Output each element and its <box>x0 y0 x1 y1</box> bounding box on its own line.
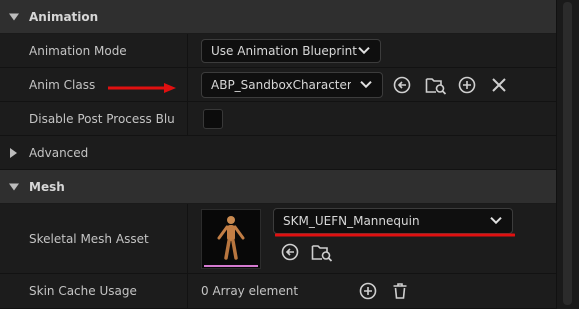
add-icon <box>458 76 476 94</box>
clear-icon <box>492 78 506 92</box>
dropdown-value: ABP_SandboxCharacter_ <box>211 78 351 92</box>
section-title: Mesh <box>29 179 65 194</box>
section-header-mesh[interactable]: Mesh <box>0 170 556 204</box>
delete-icon <box>393 283 407 299</box>
disable-post-process-checkbox[interactable] <box>203 109 223 129</box>
expand-caret-icon[interactable] <box>9 13 19 20</box>
expand-caret-icon[interactable] <box>9 183 19 190</box>
browse-to-asset-icon <box>425 78 447 95</box>
property-label: Animation Mode <box>29 43 127 58</box>
dropdown-value: SKM_UEFN_Mannequin <box>283 214 420 228</box>
property-label: Anim Class <box>29 77 96 92</box>
browse-to-asset-button[interactable] <box>310 241 334 263</box>
expand-caret-icon[interactable] <box>10 147 17 158</box>
mannequin-thumbnail-icon <box>217 216 245 260</box>
asset-thumbnail[interactable] <box>201 209 261 269</box>
property-row-anim-class: Anim Class ABP_SandboxCharacter_ <box>0 68 556 102</box>
property-label: Skin Cache Usage <box>29 284 137 298</box>
property-row-skin-cache-usage: Skin Cache Usage 0 Array element <box>0 274 556 309</box>
add-new-asset-button[interactable] <box>457 75 477 95</box>
property-row-animation-mode: Animation Mode Use Animation Blueprint <box>0 34 556 68</box>
chevron-down-icon <box>358 46 370 55</box>
property-row-disable-post-process: Disable Post Process Blu <box>0 102 556 136</box>
browse-to-asset-icon <box>311 245 333 262</box>
chevron-down-icon <box>360 80 372 89</box>
section-title: Advanced <box>29 145 89 160</box>
animation-mode-dropdown[interactable]: Use Animation Blueprint <box>201 39 381 63</box>
add-element-icon <box>359 282 377 300</box>
use-selected-asset-button[interactable] <box>392 75 412 95</box>
column-splitter[interactable] <box>187 102 188 135</box>
anim-class-dropdown[interactable]: ABP_SandboxCharacter_ <box>201 72 383 98</box>
dropdown-value: Use Animation Blueprint <box>211 44 357 58</box>
skeletal-mesh-dropdown[interactable]: SKM_UEFN_Mannequin <box>273 208 513 234</box>
section-title: Animation <box>29 9 99 24</box>
section-header-advanced[interactable]: Advanced <box>0 136 556 170</box>
column-splitter[interactable] <box>187 274 188 308</box>
annotation-arrow-icon <box>108 83 176 93</box>
use-selected-icon <box>393 76 411 94</box>
asset-type-underline <box>204 265 258 267</box>
column-splitter[interactable] <box>187 34 188 67</box>
use-selected-asset-button[interactable] <box>280 242 300 262</box>
property-row-skeletal-mesh-asset: Skeletal Mesh Asset SKM_UEFN_Mannequin <box>0 204 556 274</box>
array-element-count: 0 Array element <box>201 284 299 298</box>
column-splitter[interactable] <box>187 204 188 273</box>
scrollbar-thumb[interactable] <box>563 2 572 305</box>
column-splitter[interactable] <box>187 68 188 101</box>
chevron-down-icon <box>490 216 502 225</box>
annotation-underline <box>275 233 515 237</box>
browse-to-asset-button[interactable] <box>424 74 448 96</box>
property-label: Disable Post Process Blu <box>29 111 175 126</box>
property-label: Skeletal Mesh Asset <box>29 231 149 246</box>
add-element-button[interactable] <box>358 281 378 301</box>
delete-all-button[interactable] <box>390 281 410 301</box>
use-selected-icon <box>281 243 299 261</box>
clear-button[interactable] <box>489 75 509 95</box>
section-header-animation[interactable]: Animation <box>0 0 556 34</box>
